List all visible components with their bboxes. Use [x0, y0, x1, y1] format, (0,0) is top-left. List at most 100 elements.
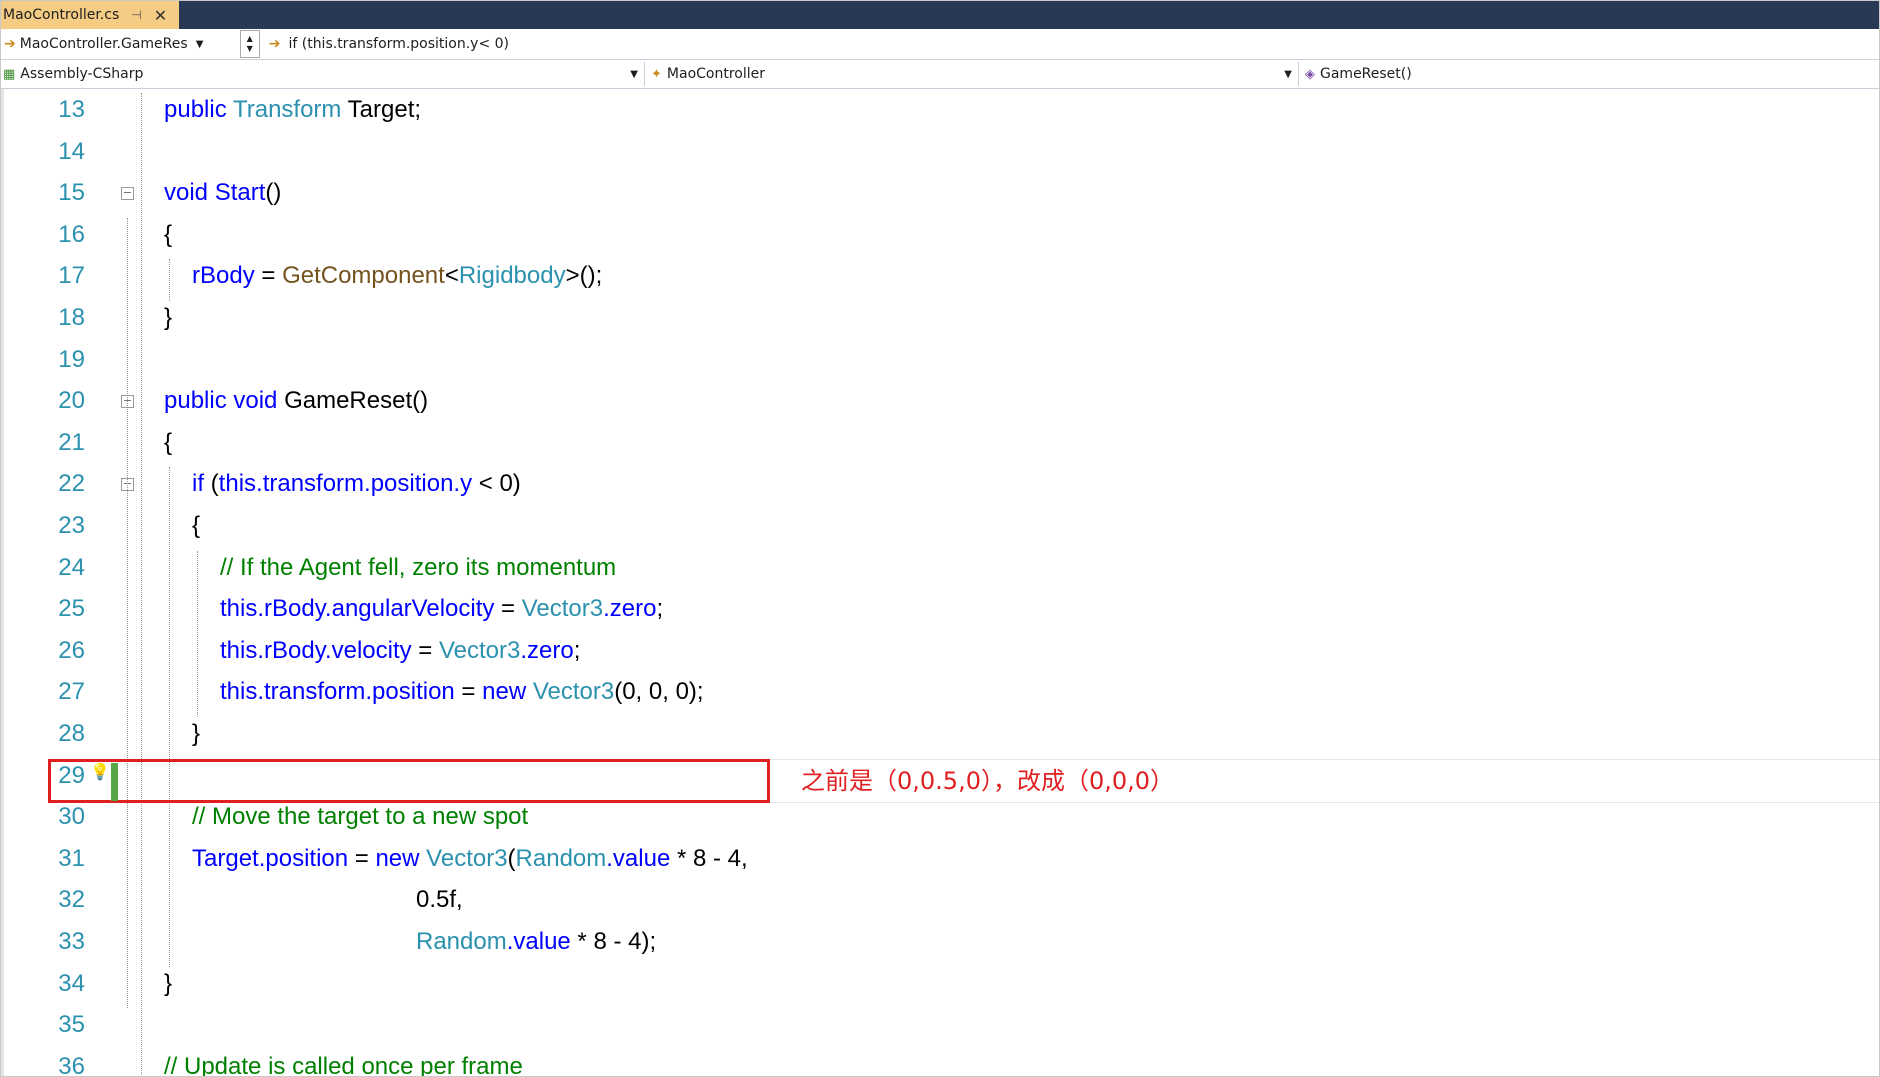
- code-text: this.transform.position = new Vector3(0,…: [220, 671, 704, 713]
- indent-guide: [197, 550, 198, 717]
- code-line[interactable]: 33 Random.value * 8 - 4);: [1, 921, 1879, 963]
- chevron-down-icon[interactable]: ▼: [247, 44, 253, 54]
- code-token: =: [254, 262, 283, 290]
- code-token: 0.5f,: [416, 886, 463, 914]
- line-number: 28: [58, 720, 85, 747]
- highlight-box: [48, 759, 770, 803]
- code-line[interactable]: 21 {: [1, 422, 1879, 464]
- code-line[interactable]: 14: [1, 131, 1879, 173]
- code-token: Vector3: [426, 844, 508, 872]
- indent-guide: [141, 93, 142, 1076]
- code-line[interactable]: 25 this.rBody.angularVelocity = Vector3.z…: [1, 588, 1879, 630]
- code-line[interactable]: 19: [1, 339, 1879, 381]
- code-line[interactable]: 32 0.5f,: [1, 879, 1879, 921]
- code-token: this.transform.position.y: [218, 470, 473, 498]
- document-tab-bar: MaoController.cs ⊣ ✕: [1, 1, 1879, 29]
- code-token: new: [375, 844, 427, 872]
- code-line[interactable]: 27 this.transform.position = new Vector3(…: [1, 671, 1879, 713]
- code-line[interactable]: 26 this.rBody.velocity = Vector3.zero;: [1, 630, 1879, 672]
- code-line[interactable]: 34}: [1, 963, 1879, 1005]
- code-text: this.rBody.angularVelocity = Vector3.zer…: [220, 588, 663, 630]
- pin-icon[interactable]: ⊣: [131, 8, 141, 22]
- indent-guide: [169, 467, 170, 967]
- indent-guide: [169, 259, 170, 301]
- code-text: public void GameReset(): [164, 380, 428, 422]
- code-token: =: [348, 844, 376, 872]
- code-token: .value: [606, 844, 671, 872]
- member-dropdown[interactable]: MaoController.GameRes ▼: [20, 32, 240, 56]
- collapse-icon[interactable]: −: [121, 187, 134, 201]
- line-number: 27: [58, 678, 85, 706]
- code-token: // Move the target to a new spot: [192, 803, 529, 831]
- code-token: Target.position: [192, 844, 349, 872]
- line-number: 15: [58, 179, 85, 207]
- line-number: 13: [58, 96, 85, 123]
- project-dropdown[interactable]: ▦ Assembly-CSharp ▼: [1, 62, 645, 86]
- code-line[interactable]: 23 {: [1, 505, 1879, 547]
- code-line[interactable]: 31 Target.position = new Vector3(Random.v…: [1, 838, 1879, 880]
- code-token: (: [507, 844, 516, 872]
- line-number: 34: [58, 969, 85, 997]
- code-token: =: [494, 595, 522, 623]
- code-line[interactable]: 36 // Update is called once per frame: [1, 1046, 1879, 1077]
- code-token: // If the Agent fell, zero its momentum: [220, 553, 617, 581]
- code-line[interactable]: 22− if (this.transform.position.y < 0): [1, 463, 1879, 505]
- code-line[interactable]: 15 − void Start(): [1, 172, 1879, 214]
- code-text: // Update is called once per frame: [164, 1046, 523, 1076]
- code-token: GameReset(): [284, 387, 429, 415]
- code-token: * 8 - 4);: [570, 928, 657, 955]
- close-icon[interactable]: ✕: [154, 6, 167, 25]
- code-token: Transform: [232, 96, 342, 123]
- line-number: 31: [58, 844, 85, 872]
- code-line[interactable]: 17 rBody = GetComponent<Rigidbody>();: [1, 255, 1879, 297]
- code-token: Random: [416, 928, 507, 955]
- code-line[interactable]: 18}: [1, 297, 1879, 339]
- code-token: new: [482, 678, 533, 706]
- code-token: =: [411, 636, 439, 664]
- project-icon: ▦: [3, 66, 16, 82]
- code-text: }: [164, 297, 172, 339]
- navigation-spinner[interactable]: ▲ ▼: [239, 30, 260, 58]
- code-text: this.rBody.velocity = Vector3.zero;: [220, 630, 580, 672]
- code-text: Target.position = new Vector3(Random.val…: [192, 838, 748, 880]
- scope-breadcrumb[interactable]: if (this.transform.position.y< 0): [288, 36, 509, 52]
- class-dropdown-value: MaoController: [666, 66, 765, 82]
- code-token: (: [210, 470, 219, 498]
- code-token: if: [192, 470, 211, 498]
- code-line[interactable]: 35: [1, 1004, 1879, 1046]
- chevron-up-icon[interactable]: ▲: [247, 34, 253, 44]
- code-text: public Transform Target;: [164, 89, 421, 131]
- code-line[interactable]: 16 {: [1, 214, 1879, 256]
- class-dropdown[interactable]: ✦ MaoController ▼: [649, 62, 1299, 86]
- class-icon: ✦: [651, 66, 662, 82]
- line-number: 36: [58, 1052, 85, 1077]
- code-token: < 0): [472, 470, 521, 498]
- code-line[interactable]: 28}: [1, 713, 1879, 755]
- code-area[interactable]: 13 public Transform Target; 14 15 − void Star…: [1, 89, 1879, 1077]
- code-text: {: [164, 214, 172, 256]
- code-token: Random: [515, 844, 607, 872]
- code-line[interactable]: 13 public Transform Target;: [1, 89, 1879, 131]
- line-number: 24: [58, 553, 85, 581]
- line-number: 25: [58, 595, 85, 623]
- line-number: 35: [58, 1011, 85, 1039]
- line-number: 23: [58, 512, 85, 539]
- code-token: <: [444, 262, 459, 290]
- line-number: 18: [58, 304, 85, 331]
- line-number: 22: [58, 470, 85, 498]
- line-number: 20: [58, 387, 85, 415]
- tab-maocontroller[interactable]: MaoController.cs ⊣ ✕: [1, 1, 179, 29]
- line-number: 16: [58, 220, 85, 248]
- code-token: }: [164, 969, 173, 997]
- lightbulb-icon[interactable]: 💡: [90, 762, 110, 781]
- code-token: >();: [565, 262, 603, 290]
- code-token: Target;: [341, 96, 422, 123]
- code-token: }: [192, 720, 201, 747]
- method-dropdown[interactable]: ◈ GameReset(): [1303, 62, 1879, 86]
- code-token: .zero: [603, 595, 657, 623]
- code-line[interactable]: 20− public void GameReset(): [1, 380, 1879, 422]
- code-token: .value: [506, 928, 571, 955]
- code-token: =: [454, 678, 483, 706]
- code-line[interactable]: 24 // If the Agent fell, zero its momentu…: [1, 547, 1879, 589]
- annotation-text: 之前是（0,0.5,0），改成（0,0,0）: [801, 767, 1175, 795]
